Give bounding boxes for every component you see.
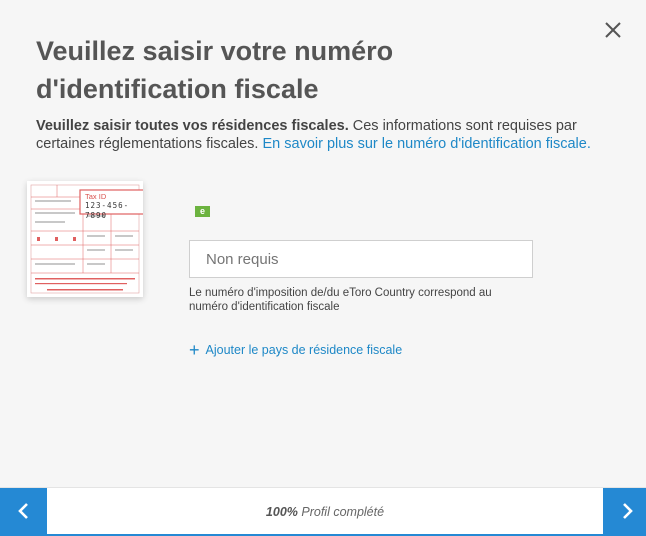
next-button[interactable]: [603, 488, 646, 534]
country-flag-icon: e: [195, 206, 210, 217]
tin-help-text: Le numéro d'imposition de/du eToro Count…: [189, 287, 492, 313]
learn-more-link[interactable]: En savoir plus sur le numéro d'identific…: [262, 136, 590, 152]
tin-input[interactable]: [189, 240, 533, 278]
close-icon: [605, 22, 621, 38]
footer-bar: 100% Profil complété: [0, 487, 646, 536]
page-title: Veuillez saisir votre numéro d'identific…: [36, 36, 394, 104]
progress-status: 100% Profil complété: [47, 488, 603, 534]
intro-text: Veuillez saisir toutes vos résidences fi…: [36, 117, 618, 153]
intro-bold: Veuillez saisir toutes vos résidences fi…: [36, 118, 349, 134]
previous-button[interactable]: [0, 488, 47, 534]
tax-id-label: Tax ID: [85, 192, 107, 201]
plus-icon: +: [189, 340, 200, 360]
progress-label: Profil complété: [297, 505, 385, 519]
progress-percent: 100%: [265, 505, 298, 519]
chevron-left-icon: [17, 503, 28, 519]
tax-id-callout: Tax ID 123-456-7890: [81, 192, 147, 220]
tax-id-value: 123-456-7890: [85, 201, 130, 220]
chevron-right-icon: [622, 503, 633, 519]
add-tax-country-button[interactable]: + Ajouter le pays de résidence fiscale: [189, 341, 402, 359]
add-tax-country-label: Ajouter le pays de résidence fiscale: [205, 343, 403, 357]
close-button[interactable]: [600, 17, 626, 43]
